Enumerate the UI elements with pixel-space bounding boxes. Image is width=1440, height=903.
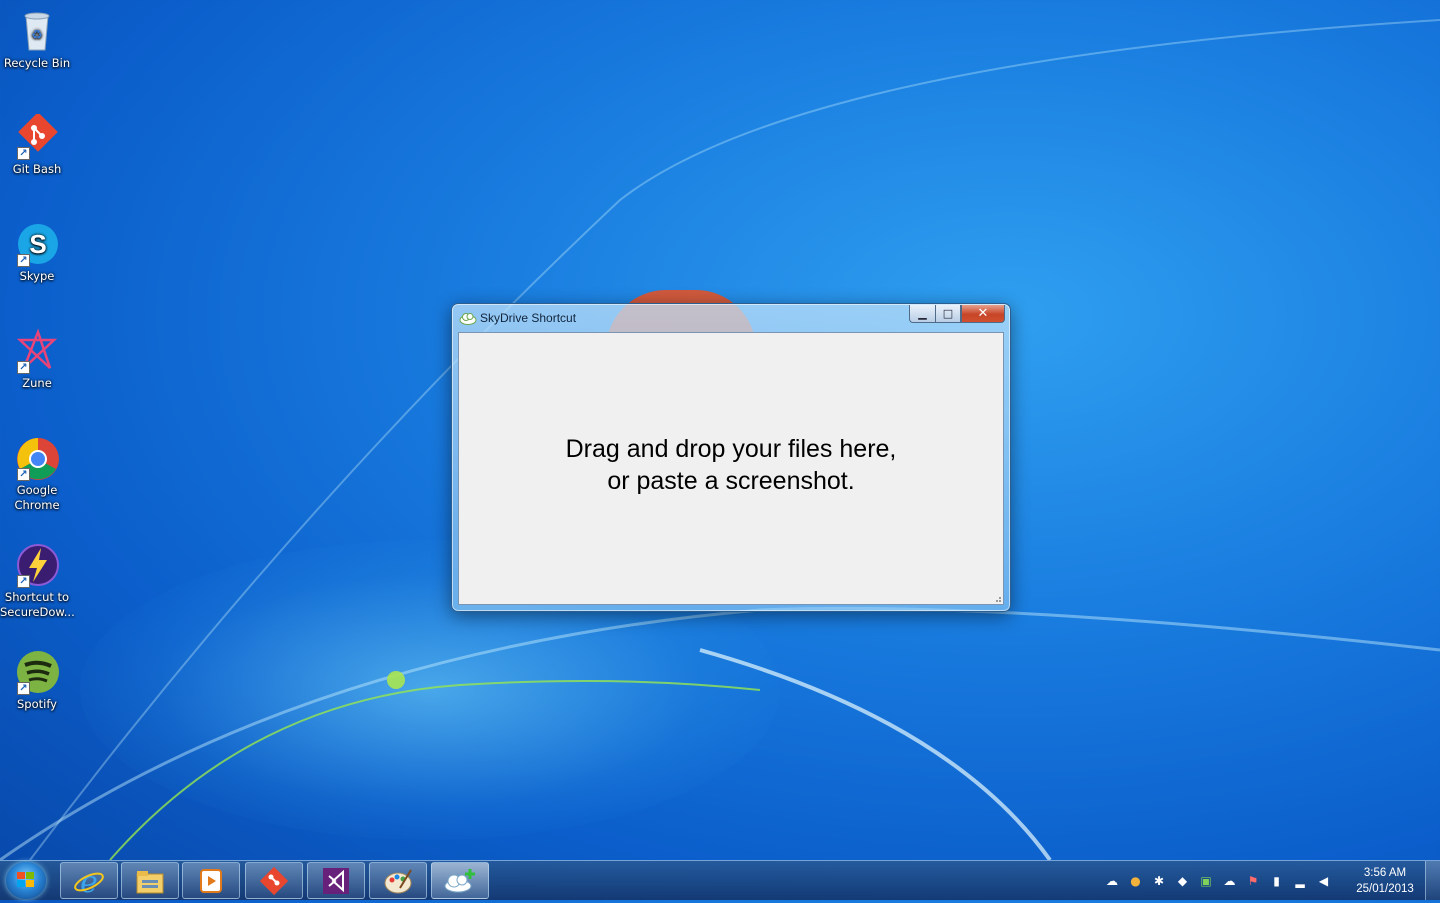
drop-zone[interactable]: Drag and drop your files here, or paste … (458, 332, 1004, 605)
resize-grip-icon[interactable] (992, 593, 1002, 603)
windows-explorer-icon (136, 870, 164, 893)
shortcut-arrow-icon: ↗ (17, 254, 30, 267)
skydrive-shortcut-icon (444, 868, 475, 892)
shortcut-arrow-icon: ↗ (17, 575, 30, 588)
shortcut-arrow-icon: ↗ (17, 361, 30, 374)
color-app-tray-icon[interactable]: ▣ (1198, 873, 1214, 889)
caption-buttons: ▁ □ ✕ (909, 305, 1005, 323)
desktop-icon-label: Spotify (17, 697, 57, 711)
start-button[interactable] (6, 862, 46, 899)
volume-icon[interactable]: ◀ (1316, 873, 1332, 889)
desktop-icon-recycle-bin[interactable]: ♻ Recycle Bin (0, 8, 74, 71)
system-clock[interactable]: 3:56 AM 25/01/2013 (1346, 865, 1424, 897)
system-tray: ☁ ● ✱ ◆ ▣ ☁ ⚑ ▮ ▂ ◀ (1104, 871, 1339, 891)
diamond-tray-icon[interactable]: ◆ (1175, 873, 1191, 889)
power-icon[interactable]: ▮ (1269, 873, 1285, 889)
taskbar-paint[interactable] (369, 862, 427, 899)
maximize-icon: □ (942, 307, 954, 320)
status-orb-tray-icon[interactable]: ● (1128, 873, 1144, 889)
spotify-icon: ↗ (14, 649, 60, 695)
taskbar-skydrive-shortcut[interactable] (431, 862, 489, 899)
maximize-button[interactable]: □ (935, 305, 961, 323)
media-player-icon (200, 868, 222, 893)
desktop-icon-skype[interactable]: S ↗ Skype (0, 221, 74, 284)
taskbar-visual-studio[interactable] (307, 862, 365, 899)
action-center-flag-icon[interactable]: ⚑ (1245, 873, 1261, 889)
skydrive-cloud-icon (459, 310, 477, 325)
desktop-icon-label: Skype (19, 269, 55, 283)
bluetooth-icon[interactable]: ✱ (1151, 873, 1167, 889)
window-title: SkyDrive Shortcut (480, 311, 577, 325)
recycle-bin-icon: ♻ (14, 8, 60, 54)
desktop-icon-label: Recycle Bin (3, 56, 71, 70)
cloud-tray-icon[interactable]: ☁ (1222, 873, 1238, 889)
minimize-icon: ▁ (918, 307, 927, 320)
chrome-icon: ↗ (14, 435, 60, 481)
zune-icon: ↗ (14, 328, 60, 374)
taskbar-windows-explorer[interactable] (121, 862, 179, 899)
desktop-icon-label: Google Chrome (14, 483, 60, 512)
network-signal-icon[interactable]: ▂ (1292, 873, 1308, 889)
skydrive-shortcut-window[interactable]: SkyDrive Shortcut ▁ □ ✕ Drag and drop yo… (451, 303, 1011, 612)
shortcut-arrow-icon: ↗ (17, 147, 30, 160)
internet-explorer-icon: e (74, 865, 104, 897)
close-button[interactable]: ✕ (961, 305, 1005, 323)
securedownload-icon: ↗ (14, 542, 60, 588)
paint-icon (384, 868, 412, 893)
clock-date: 25/01/2013 (1356, 883, 1414, 895)
desktop-icon-label: Zune (22, 376, 52, 390)
title-bar[interactable]: SkyDrive Shortcut ▁ □ ✕ (452, 304, 1010, 332)
close-icon: ✕ (977, 306, 989, 321)
drop-instructions-line-1: Drag and drop your files here, (565, 434, 897, 463)
taskbar: e ☁ ● ✱ ◆ ▣ ☁ ⚑ ▮ ▂ ◀ 3:56 AM 25/01/2013 (0, 860, 1440, 900)
desktop-icon-git-bash[interactable]: ↗ Git Bash (0, 112, 74, 177)
git-icon (259, 866, 289, 895)
svg-text:♻: ♻ (31, 28, 43, 43)
desktop-icon-label: Git Bash (12, 162, 62, 176)
minimize-button[interactable]: ▁ (909, 305, 935, 323)
show-desktop-button[interactable] (1425, 861, 1440, 900)
git-bash-icon: ↗ (14, 112, 60, 160)
clock-time: 3:56 AM (1363, 867, 1407, 879)
taskbar-internet-explorer[interactable]: e (60, 862, 118, 899)
skydrive-tray-icon[interactable]: ☁ (1104, 873, 1120, 889)
svg-text:e: e (80, 865, 98, 897)
desktop-icon-spotify[interactable]: ↗ Spotify (0, 649, 74, 712)
desktop-icon-google-chrome[interactable]: ↗ Google Chrome (0, 435, 74, 513)
shortcut-arrow-icon: ↗ (17, 682, 30, 695)
drop-instructions: Drag and drop your files here, or paste … (566, 433, 897, 497)
desktop-icon-label: Shortcut to SecureDow... (0, 590, 75, 619)
taskbar-media-player[interactable] (182, 862, 240, 899)
taskbar-git[interactable] (245, 862, 303, 899)
svg-text:S: S (29, 229, 46, 259)
desktop-icon-securedownload[interactable]: ↗ Shortcut to SecureDow... (0, 542, 75, 620)
shortcut-arrow-icon: ↗ (17, 468, 30, 481)
visual-studio-icon (323, 867, 349, 894)
drop-instructions-line-2: or paste a screenshot. (607, 466, 855, 495)
skype-icon: S ↗ (14, 221, 60, 267)
windows-logo-icon (17, 872, 34, 887)
desktop-icon-zune[interactable]: ↗ Zune (0, 328, 74, 391)
